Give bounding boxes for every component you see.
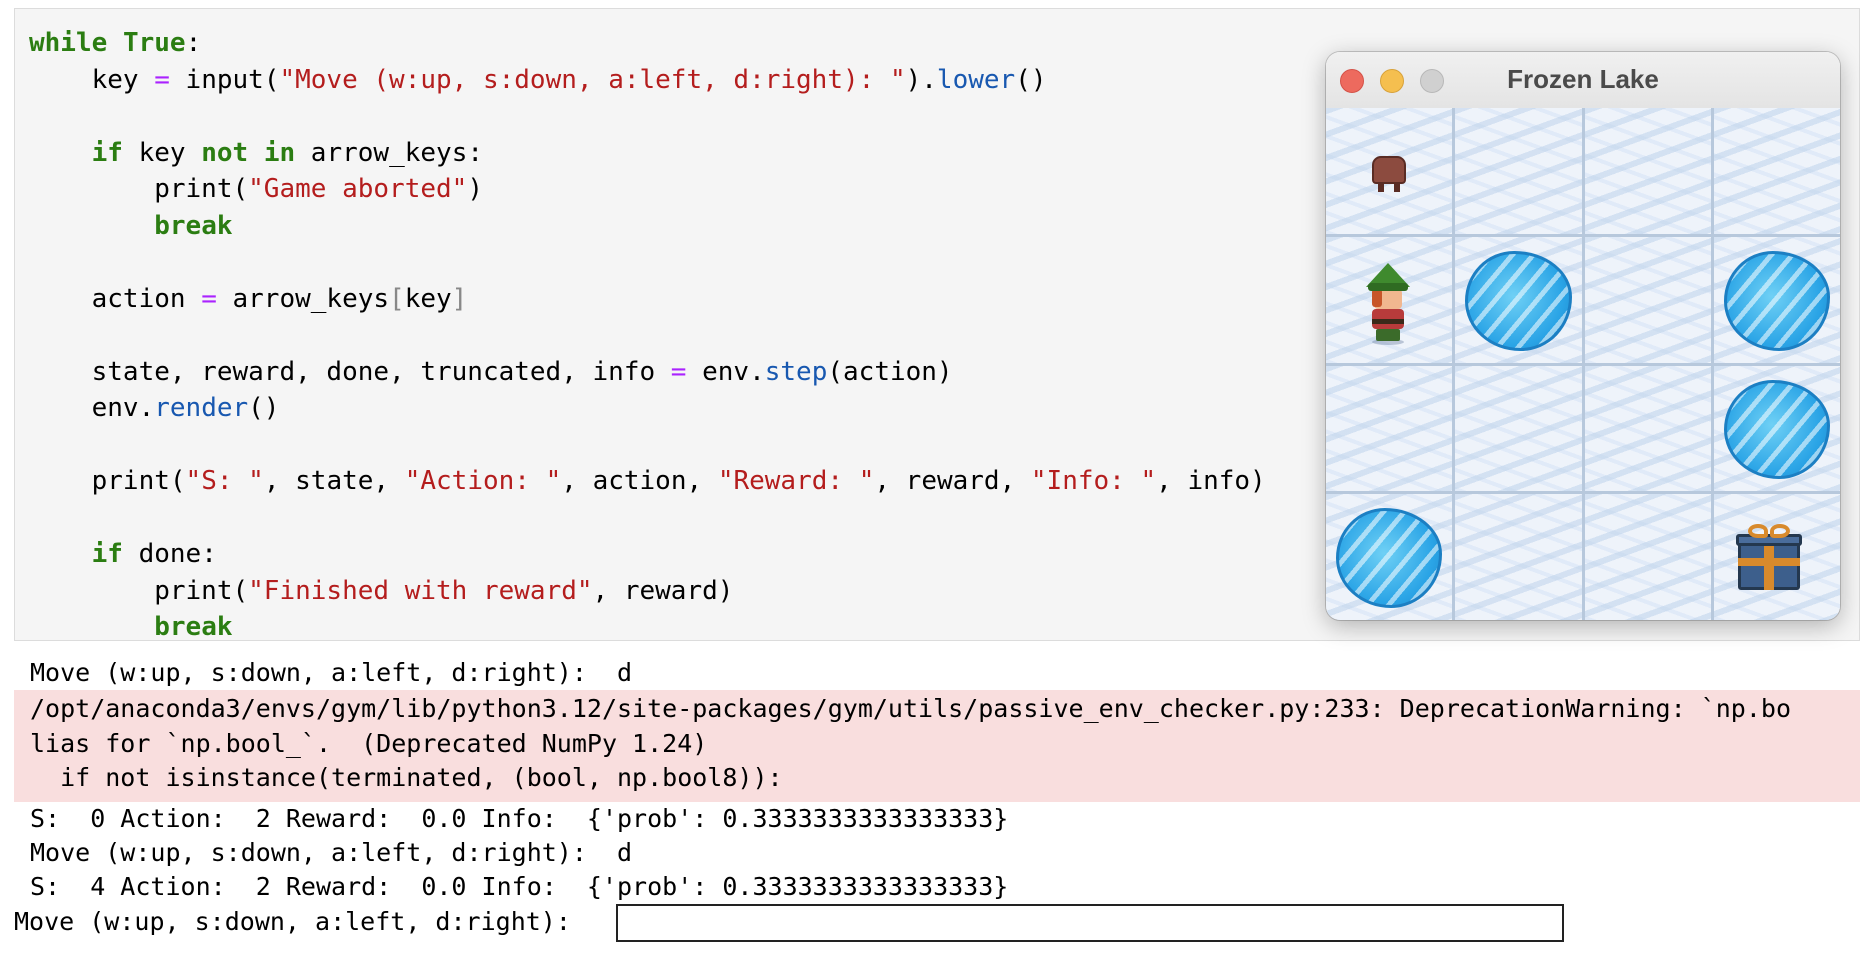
code-line: break <box>154 612 233 642</box>
stderr-text: /opt/anaconda3/envs/gym/lib/python3.12/s… <box>30 694 1791 792</box>
hole-icon <box>1723 250 1830 351</box>
tile-hole <box>1326 494 1453 620</box>
hole-icon <box>1465 250 1572 351</box>
tile-ice <box>1713 108 1840 234</box>
elf-player-icon <box>1362 262 1414 345</box>
tile-hole <box>1455 236 1582 363</box>
code-line: key = input("Move (w:up, s:down, a:left,… <box>29 64 1047 95</box>
code-line: state, reward, done, truncated, info = e… <box>29 356 953 387</box>
hole-icon <box>1336 508 1443 608</box>
tile-ice <box>1584 494 1711 620</box>
tile-ice <box>1584 236 1711 363</box>
code-line: if done: <box>91 539 217 569</box>
tile-ice <box>1455 494 1582 620</box>
window-title: Frozen Lake <box>1507 64 1659 94</box>
output-line: S: 4 Action: 2 Reward: 0.0 Info: {'prob'… <box>30 872 1009 901</box>
code-line: action = arrow_keys[key] <box>29 283 468 314</box>
tile-elf <box>1326 236 1453 363</box>
tile-ice <box>1455 108 1582 234</box>
code-line: print("Game aborted") <box>29 174 483 204</box>
stdin-input[interactable] <box>616 904 1564 942</box>
tile-ice <box>1455 365 1582 492</box>
output-line: Move (w:up, s:down, a:left, d:right): d <box>30 658 633 687</box>
input-prompt-label: Move (w:up, s:down, a:left, d:right): <box>14 907 586 936</box>
code-line: env.render() <box>29 393 280 423</box>
code-line: break <box>154 210 233 241</box>
tile-stool <box>1326 108 1453 234</box>
output-line: S: 0 Action: 2 Reward: 0.0 Info: {'prob'… <box>30 804 1009 833</box>
code-line: while True: <box>29 28 202 58</box>
stool-icon <box>1372 156 1406 194</box>
frozen-lake-window[interactable]: Frozen Lake <box>1326 52 1840 620</box>
tile-hole <box>1713 236 1840 363</box>
window-titlebar[interactable]: Frozen Lake <box>1326 52 1840 109</box>
stderr-warning: /opt/anaconda3/envs/gym/lib/python3.12/s… <box>14 690 1860 802</box>
tile-ice <box>1326 365 1453 492</box>
game-grid <box>1326 108 1840 620</box>
tile-gift <box>1713 494 1840 620</box>
code-editor[interactable]: while True: key = input("Move (w:up, s:d… <box>29 25 1266 646</box>
gift-goal-icon <box>1735 524 1802 591</box>
tile-ice <box>1584 108 1711 234</box>
tile-hole <box>1713 365 1840 492</box>
hole-icon <box>1723 379 1830 480</box>
code-line: print("S: ", state, "Action: ", action, … <box>29 466 1266 496</box>
code-line: if key not in arrow_keys: <box>91 137 483 168</box>
code-line: print("Finished with reward", reward) <box>29 575 734 606</box>
tile-ice <box>1584 365 1711 492</box>
output-line: Move (w:up, s:down, a:left, d:right): d <box>30 838 633 867</box>
